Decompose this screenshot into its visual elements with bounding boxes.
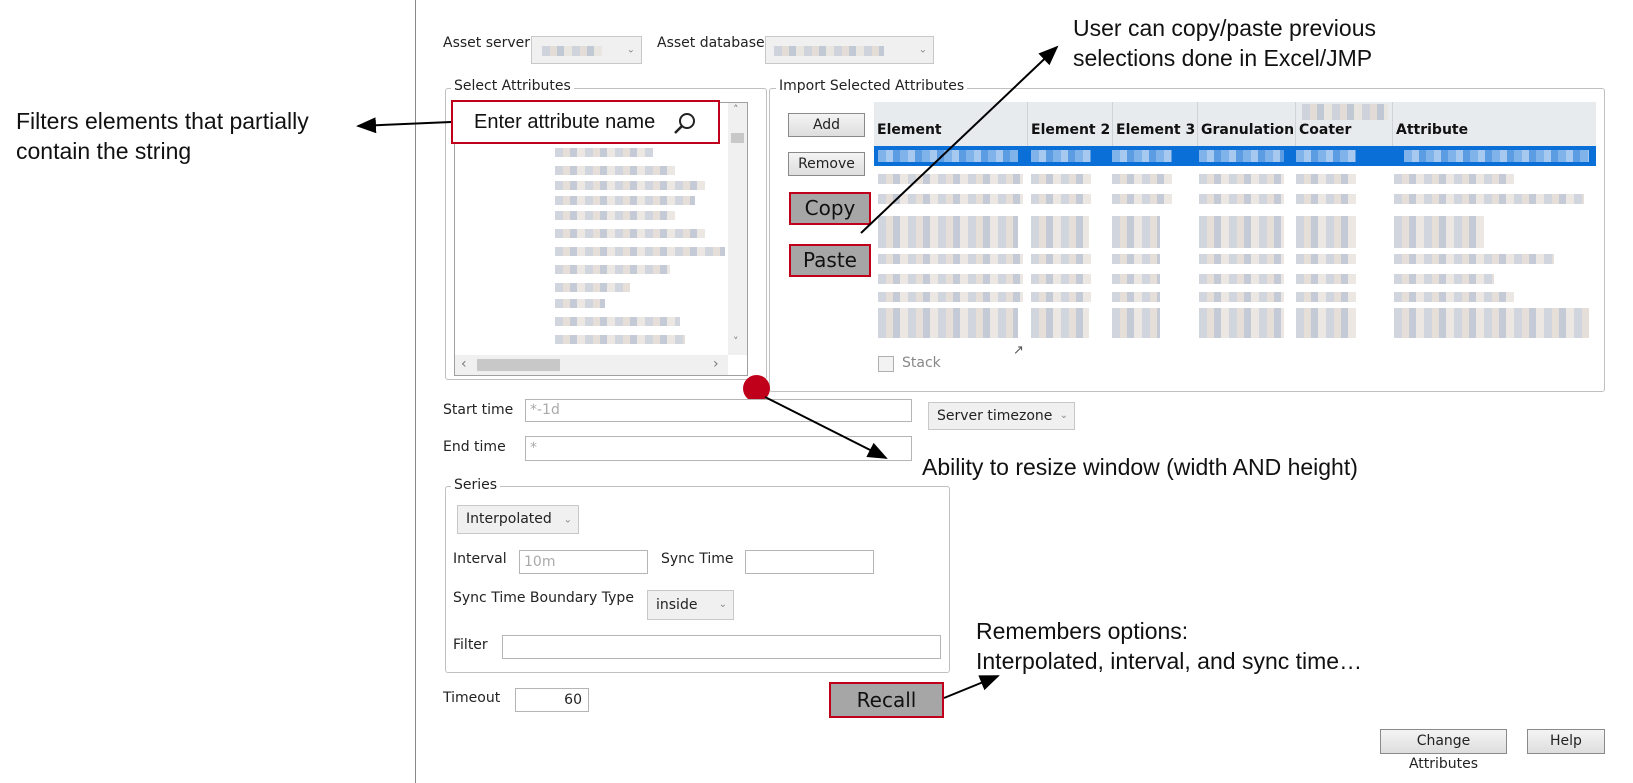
- recall-arrow: [943, 675, 1000, 699]
- resize-arrow: [764, 396, 888, 459]
- cursor-icon: ↗: [1013, 343, 1024, 358]
- copy-arrow: [860, 45, 1059, 234]
- annotation-arrows: [356, 45, 1059, 699]
- filter-arrow: [356, 117, 452, 134]
